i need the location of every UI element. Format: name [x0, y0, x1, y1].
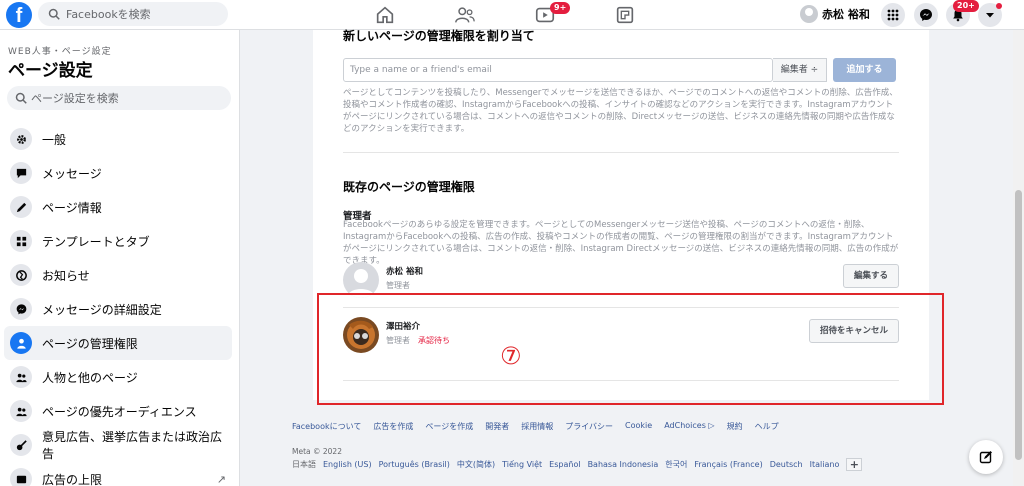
home-icon[interactable]	[374, 4, 396, 26]
language-link[interactable]: 한국어	[665, 459, 687, 470]
footer-link[interactable]: ヘルプ	[755, 421, 779, 432]
person-icon	[10, 332, 32, 354]
language-link[interactable]: Bahasa Indonesia	[588, 460, 659, 469]
external-link-icon: ↗	[216, 472, 226, 486]
search-placeholder: Facebookを検索	[66, 8, 151, 21]
name-or-email-input[interactable]: Type a name or a friend's email	[343, 58, 773, 82]
sidebar-item-label: お知らせ	[42, 268, 90, 283]
language-link[interactable]: 中文(简体)	[457, 459, 495, 470]
language-link[interactable]: English (US)	[323, 460, 372, 469]
language-link[interactable]: Português (Brasil)	[379, 460, 450, 469]
role-select[interactable]: 編集者 ÷	[773, 58, 827, 82]
sidebar-item-notifications[interactable]: お知らせ	[4, 258, 232, 292]
existing-roles-heading: 既存のページの管理権限	[343, 180, 475, 194]
scrollbar-thumb[interactable]	[1015, 190, 1022, 460]
sidebar-item-label: メッセージの詳細設定	[42, 302, 162, 317]
gaming-icon[interactable]	[614, 4, 636, 26]
settings-search-input[interactable]: ページ設定を検索	[7, 86, 231, 110]
search-icon	[15, 92, 27, 104]
messenger-icon[interactable]	[914, 3, 938, 27]
new-message-button[interactable]	[969, 440, 1003, 474]
people-icon	[10, 400, 32, 422]
highlight-box	[317, 293, 944, 405]
page-title: ページ設定	[8, 61, 93, 81]
search-icon	[48, 8, 60, 20]
watch-badge: 9+	[550, 2, 571, 14]
person-role: 管理者	[386, 280, 410, 291]
language-link[interactable]: Italiano	[810, 460, 840, 469]
account-alert-dot	[996, 3, 1002, 9]
messenger-icon	[10, 298, 32, 320]
chat-icon	[10, 162, 32, 184]
pencil-icon	[10, 196, 32, 218]
person-name[interactable]: 赤松 裕和	[386, 265, 423, 277]
scrollbar[interactable]	[1013, 30, 1024, 486]
profile-shortcut[interactable]: 赤松 裕和	[800, 5, 870, 23]
language-current: 日本語	[292, 460, 316, 469]
gear-icon	[10, 128, 32, 150]
guitar-icon	[10, 434, 32, 456]
more-languages-button[interactable]: +	[846, 458, 863, 471]
add-button[interactable]: 追加する	[833, 58, 896, 82]
divider	[343, 152, 899, 153]
top-navigation-bar: f Facebookを検索 9+ 赤松 裕和 20+	[0, 0, 1024, 30]
assign-role-heading: 新しいページの管理権限を割り当て	[343, 29, 535, 43]
footer-link[interactable]: AdChoices ▷	[664, 421, 714, 432]
sidebar-item-ad-limits[interactable]: 広告の上限 ↗	[4, 462, 232, 486]
sidebar-item-page-roles[interactable]: ページの管理権限	[4, 326, 232, 360]
footer-link[interactable]: ページを作成	[425, 421, 473, 432]
footer-links: Facebookについて 広告を作成 ページを作成 開発者 採用情報 プライバシ…	[292, 421, 779, 432]
step-marker: ⑦	[500, 342, 522, 370]
footer-link[interactable]: プライバシー	[565, 421, 613, 432]
language-link[interactable]: Deutsch	[770, 460, 803, 469]
sidebar-item-label: ページ情報	[42, 200, 102, 215]
assign-role-description: ページとしてコンテンツを投稿したり、Messengerでメッセージを送信できるほ…	[343, 88, 898, 134]
sidebar-item-label: テンプレートとタブ	[42, 234, 150, 249]
sidebar-item-political-ads[interactable]: 意見広告、選挙広告または政治広告	[4, 428, 232, 462]
notification-badge: 20+	[953, 0, 979, 12]
footer-link[interactable]: Facebookについて	[292, 421, 361, 432]
sidebar-item-messages[interactable]: メッセージ	[4, 156, 232, 190]
friends-icon[interactable]	[454, 4, 476, 26]
sidebar-item-label: ページの管理権限	[42, 336, 138, 351]
sidebar-item-preferred-audience[interactable]: ページの優先オーディエンス	[4, 394, 232, 428]
sidebar-item-advanced-messaging[interactable]: メッセージの詳細設定	[4, 292, 232, 326]
footer-link[interactable]: 開発者	[485, 421, 509, 432]
language-link[interactable]: Español	[549, 460, 580, 469]
footer-link[interactable]: 規約	[727, 421, 743, 432]
footer-link[interactable]: 広告を作成	[373, 421, 413, 432]
page-settings-sidebar: WEB人事・ページ設定 ページ設定 ページ設定を検索 一般 メッセージ ページ情…	[0, 30, 240, 486]
language-list: 日本語 English (US) Português (Brasil) 中文(简…	[292, 458, 863, 471]
avatar	[800, 5, 818, 23]
sidebar-item-label: ページの優先オーディエンス	[42, 404, 197, 419]
globe-icon	[10, 264, 32, 286]
sidebar-item-label: メッセージ	[42, 166, 102, 181]
grid-icon	[10, 230, 32, 252]
footer-link[interactable]: Cookie	[625, 421, 652, 432]
settings-search-placeholder: ページ設定を検索	[31, 92, 119, 105]
language-link[interactable]: Français (France)	[694, 460, 762, 469]
role-text: 管理者	[386, 281, 410, 290]
people-icon	[10, 366, 32, 388]
user-name: 赤松 裕和	[822, 8, 870, 21]
footer-link[interactable]: 採用情報	[521, 421, 553, 432]
admin-role-description: Facebookページのあらゆる設定を管理できます。ページとしてのMesseng…	[343, 220, 899, 266]
sidebar-item-label: 広告の上限	[42, 472, 103, 486]
sidebar-item-label: 意見広告、選挙広告または政治広告	[42, 430, 223, 461]
sidebar-item-label: 一般	[42, 132, 67, 147]
sidebar-item-templates-tabs[interactable]: テンプレートとタブ	[4, 224, 232, 258]
sidebar-item-label: 人物と他のページ	[42, 370, 138, 385]
edit-button[interactable]: 編集する	[842, 264, 899, 288]
language-link[interactable]: Tiếng Việt	[502, 460, 542, 469]
assign-role-form: Type a name or a friend's email 編集者 ÷ 追加…	[343, 58, 896, 82]
copyright: Meta © 2022	[292, 447, 342, 456]
compose-icon	[979, 451, 992, 464]
sidebar-item-general[interactable]: 一般	[4, 122, 232, 156]
sidebar-item-people-other-pages[interactable]: 人物と他のページ	[4, 360, 232, 394]
menu-grid-icon[interactable]	[881, 3, 905, 27]
sidebar-item-page-info[interactable]: ページ情報	[4, 190, 232, 224]
facebook-search-input[interactable]: Facebookを検索	[38, 2, 228, 26]
facebook-logo[interactable]: f	[6, 2, 32, 28]
ad-icon	[10, 468, 32, 486]
